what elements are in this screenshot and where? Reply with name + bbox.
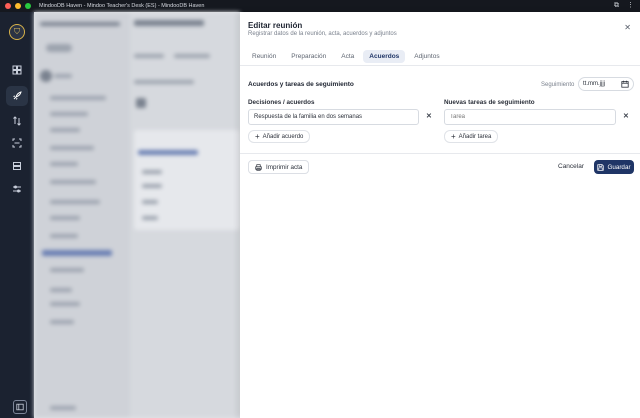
edit-meeting-dialog: Editar reunión Registrar datos de la reu… xyxy=(240,12,640,418)
transfer-icon xyxy=(13,116,21,126)
tab-reunion[interactable]: Reunión xyxy=(246,50,282,63)
footer-divider xyxy=(240,153,640,154)
save-button[interactable]: Guardar xyxy=(594,160,634,174)
panel-toggle-button[interactable] xyxy=(13,400,27,414)
window-titlebar: MindooDB Haven - Mindoo Teacher's Desk (… xyxy=(0,0,640,12)
zoom-window-button[interactable] xyxy=(25,3,31,9)
rail-scan-button[interactable] xyxy=(6,133,28,153)
dialog-tabs: Reunión Preparación Acta Acuerdos Adjunt… xyxy=(246,50,446,63)
background-app-blurred xyxy=(34,12,240,418)
sliders-icon xyxy=(13,185,21,193)
close-window-button[interactable] xyxy=(5,3,11,9)
section-title: Acuerdos y tareas de seguimiento xyxy=(248,81,354,88)
scan-icon xyxy=(12,138,22,148)
plus-icon: + xyxy=(451,131,456,141)
minimize-window-button[interactable] xyxy=(15,3,21,9)
decision-field[interactable]: Respuesta de la familia en dos semanas xyxy=(248,109,419,125)
save-label: Guardar xyxy=(607,163,631,171)
tabs-divider xyxy=(240,65,640,66)
tab-acuerdos[interactable]: Acuerdos xyxy=(363,50,406,63)
window-controls xyxy=(5,3,31,9)
dialog-subtitle: Registrar datos de la reunión, acta, acu… xyxy=(248,31,397,37)
tasks-label: Nuevas tareas de seguimiento xyxy=(444,99,535,106)
rocket-icon xyxy=(13,91,22,100)
app-logo-icon: ⛉ xyxy=(9,24,25,40)
task-input[interactable] xyxy=(444,109,616,125)
rail-launch-button[interactable] xyxy=(6,86,28,106)
cancel-button[interactable]: Cancelar xyxy=(558,163,584,170)
dashboard-icon xyxy=(12,65,22,75)
rail-transfer-button[interactable] xyxy=(6,111,28,131)
add-task-label: Añadir tarea xyxy=(458,133,492,140)
remove-decision-icon[interactable]: ✕ xyxy=(426,112,432,120)
add-task-button[interactable]: + Añadir tarea xyxy=(444,130,499,143)
close-icon[interactable]: ✕ xyxy=(624,23,631,32)
window-title: MindooDB Haven - Mindoo Teacher's Desk (… xyxy=(39,3,205,9)
tab-acta[interactable]: Acta xyxy=(335,50,360,63)
decisions-label: Decisiones / acuerdos xyxy=(248,99,315,106)
save-icon xyxy=(597,163,605,171)
tab-adjuntos[interactable]: Adjuntos xyxy=(408,50,445,63)
dialog-title: Editar reunión xyxy=(248,21,303,30)
remove-task-icon[interactable]: ✕ xyxy=(623,112,629,120)
follow-up-date-input[interactable]: tt.mm.jjjj xyxy=(578,77,634,91)
follow-up-label: Seguimiento xyxy=(541,82,575,88)
follow-up-date-value: tt.mm.jjjj xyxy=(583,81,605,87)
print-minutes-button[interactable]: Imprimir acta xyxy=(248,160,310,174)
rail-database-button[interactable] xyxy=(6,156,28,176)
rail-settings-button[interactable] xyxy=(6,179,28,199)
tab-preparacion[interactable]: Preparación xyxy=(285,50,332,63)
rail-dashboard-button[interactable] xyxy=(6,60,28,80)
panel-toggle-icon xyxy=(16,403,24,411)
calendar-icon[interactable] xyxy=(621,80,629,90)
printer-icon xyxy=(255,163,262,171)
app-rail: ⛉ xyxy=(0,12,34,418)
share-icon[interactable]: ⧉ xyxy=(614,2,619,10)
database-icon xyxy=(13,162,21,170)
print-minutes-label: Imprimir acta xyxy=(266,163,303,171)
more-icon[interactable]: ⋮ xyxy=(627,2,634,10)
plus-icon: + xyxy=(255,131,260,141)
add-decision-button[interactable]: + Añadir acuerdo xyxy=(248,130,311,143)
add-decision-label: Añadir acuerdo xyxy=(262,133,304,140)
